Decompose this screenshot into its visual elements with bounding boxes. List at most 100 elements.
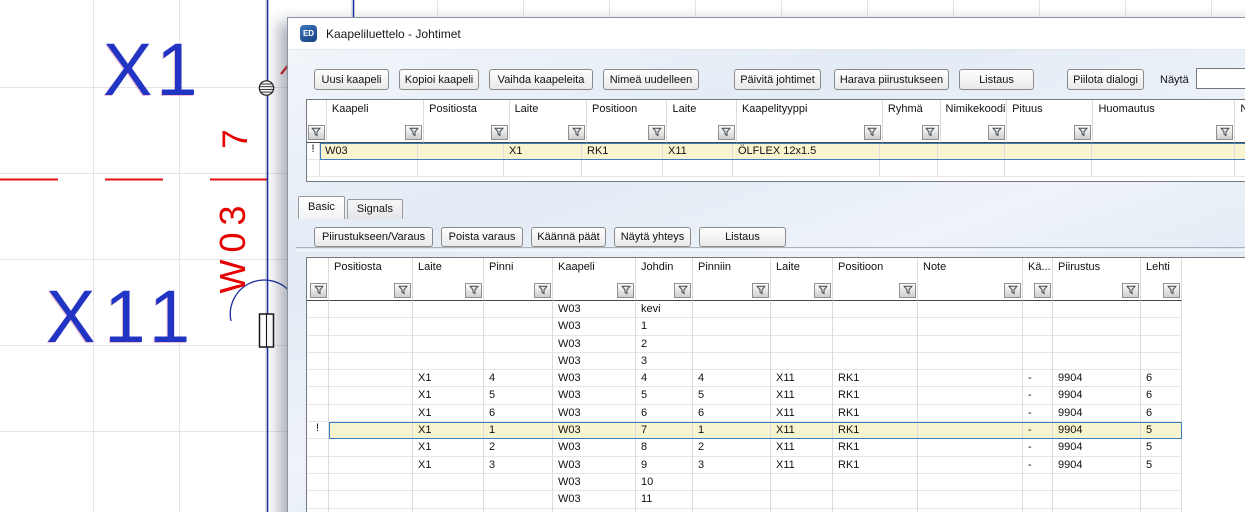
table-row[interactable]: W031	[307, 318, 1245, 335]
table-row[interactable]	[307, 160, 1245, 177]
cell-ka	[1023, 491, 1053, 508]
column-header-ka[interactable]: Kä...	[1023, 258, 1053, 279]
button-kopioi-kaapeli[interactable]: Kopioi kaapeli	[399, 69, 479, 90]
column-header-note[interactable]: Note	[918, 258, 1023, 279]
row-indicator	[307, 405, 329, 422]
column-header-laite[interactable]: Laite	[771, 258, 833, 279]
column-header-piirustus[interactable]: Piirustus	[1053, 258, 1141, 279]
filter-button-indicator[interactable]	[308, 125, 325, 140]
cell-positioon	[582, 160, 663, 177]
filter-button-lehti[interactable]	[1163, 283, 1180, 298]
table-row[interactable]: W0311	[307, 491, 1245, 508]
row-indicator	[307, 509, 329, 512]
column-header-nimikekoodi[interactable]: Nimikekoodi	[941, 100, 1008, 121]
cell-johdin	[636, 509, 693, 512]
button-uusi-kaapeli[interactable]: Uusi kaapeli	[314, 69, 389, 90]
column-header-laite[interactable]: Laite	[510, 100, 587, 121]
filter-button-pituus[interactable]	[1074, 125, 1091, 140]
table-row[interactable]: X13W0393X11RK1-99045	[307, 457, 1245, 474]
button-piilota-dialogi[interactable]: Piilota dialogi	[1067, 69, 1144, 90]
filter-button-kaapelityyppi[interactable]	[864, 125, 881, 140]
cell-pinniin: 6	[693, 405, 771, 422]
button-nimea-uudelleen[interactable]: Nimeä uudelleen	[603, 69, 699, 90]
filter-button-johdin[interactable]	[674, 283, 691, 298]
filter-button-laite[interactable]	[568, 125, 585, 140]
filter-cell	[771, 279, 833, 301]
cell-lehti: 6	[1141, 370, 1182, 387]
cell-note	[918, 439, 1023, 456]
filter-button-positioon[interactable]	[648, 125, 665, 140]
cell-positioon: RK1	[833, 439, 918, 456]
button-piirustukseen-varaus[interactable]: Piirustukseen/Varaus	[314, 227, 433, 247]
filter-button-laite[interactable]	[814, 283, 831, 298]
column-header-positioon[interactable]: Positioon	[833, 258, 918, 279]
column-header-positiosta[interactable]: Positiosta	[424, 100, 509, 121]
filter-button-positiosta[interactable]	[394, 283, 411, 298]
column-header-laite[interactable]: Laite	[413, 258, 484, 279]
filter-button-indicator[interactable]	[310, 283, 327, 298]
button-harava-piirustukseen[interactable]: Harava piirustukseen	[834, 69, 949, 90]
connection-point-symbol[interactable]	[259, 81, 273, 95]
column-header-positioon[interactable]: Positioon	[587, 100, 667, 121]
column-header-positiosta[interactable]: Positiosta	[329, 258, 413, 279]
filter-button-piirustus[interactable]	[1122, 283, 1139, 298]
filter-button-ryhma[interactable]	[922, 125, 939, 140]
table-row[interactable]: !X11W0371X11RK1-99045	[307, 422, 1245, 439]
filter-button-pinni[interactable]	[534, 283, 551, 298]
column-header-kaapelityyppi[interactable]: Kaapelityyppi	[737, 100, 883, 121]
filter-button-pinniin[interactable]	[752, 283, 769, 298]
filter-button-laite[interactable]	[718, 125, 735, 140]
column-header-indicator[interactable]	[307, 100, 327, 121]
dialog-titlebar[interactable]: ED Kaapeliluettelo - Johtimet	[288, 18, 1245, 50]
filter-button-positiosta[interactable]	[491, 125, 508, 140]
column-header-n[interactable]: N	[1235, 100, 1245, 121]
filter-button-huomautus[interactable]	[1216, 125, 1233, 140]
table-row[interactable]: W03kevi	[307, 301, 1245, 318]
column-header-lehti[interactable]: Lehti	[1141, 258, 1182, 279]
column-header-johdin[interactable]: Johdin	[636, 258, 693, 279]
table-row[interactable]: W0310	[307, 474, 1245, 491]
column-header-laite[interactable]: Laite	[667, 100, 737, 121]
tab-basic[interactable]: Basic	[298, 196, 345, 219]
cell-pituus	[1005, 143, 1092, 160]
row-indicator	[307, 301, 329, 318]
filter-button-kaapeli[interactable]	[405, 125, 422, 140]
filter-button-laite[interactable]	[465, 283, 482, 298]
table-row[interactable]: X14W0344X11RK1-99046	[307, 370, 1245, 387]
row-indicator	[307, 353, 329, 370]
column-header-pinni[interactable]: Pinni	[484, 258, 553, 279]
table-row[interactable]: W032	[307, 336, 1245, 353]
button-kaanna-paat[interactable]: Käännä päät	[531, 227, 606, 247]
tab-signals[interactable]: Signals	[347, 199, 403, 219]
cell-johdin: 2	[636, 336, 693, 353]
column-header-pituus[interactable]: Pituus	[1007, 100, 1093, 121]
filter-button-ka[interactable]	[1034, 283, 1051, 298]
column-header-ryhma[interactable]: Ryhmä	[883, 100, 941, 121]
button-nayta-yhteys[interactable]: Näytä yhteys	[614, 227, 691, 247]
table-row[interactable]	[307, 509, 1245, 512]
cell-pinniin: 5	[693, 387, 771, 404]
filter-button-positioon[interactable]	[899, 283, 916, 298]
terminal-symbol[interactable]	[260, 314, 274, 347]
table-row[interactable]: X15W0355X11RK1-99046	[307, 387, 1245, 404]
filter-button-kaapeli[interactable]	[617, 283, 634, 298]
column-header-huomautus[interactable]: Huomautus	[1093, 100, 1235, 121]
button-vaihda-kaapeleita[interactable]: Vaihda kaapeleita	[489, 69, 593, 90]
column-header-kaapeli[interactable]: Kaapeli	[553, 258, 636, 279]
table-row[interactable]: X16W0366X11RK1-99046	[307, 405, 1245, 422]
cell-positiosta	[329, 353, 413, 370]
table-row[interactable]: X12W0382X11RK1-99045	[307, 439, 1245, 456]
table-row[interactable]: !W03X1RK1X11ÖLFLEX 12x1.5	[307, 143, 1245, 160]
button-listaus[interactable]: Listaus	[959, 69, 1034, 90]
table-row[interactable]: W033	[307, 353, 1245, 370]
button-paivita-johtimet[interactable]: Päivitä johtimet	[734, 69, 821, 90]
button-poista-varaus[interactable]: Poista varaus	[441, 227, 523, 247]
filter-button-nimikekoodi[interactable]	[988, 125, 1005, 140]
cell-pinni	[484, 301, 553, 318]
column-header-pinniin[interactable]: Pinniin	[693, 258, 771, 279]
filter-button-note[interactable]	[1004, 283, 1021, 298]
column-header-indicator[interactable]	[307, 258, 329, 279]
column-header-kaapeli[interactable]: Kaapeli	[327, 100, 424, 121]
nayta-input[interactable]	[1196, 68, 1245, 89]
button-listaus[interactable]: Listaus	[699, 227, 786, 247]
